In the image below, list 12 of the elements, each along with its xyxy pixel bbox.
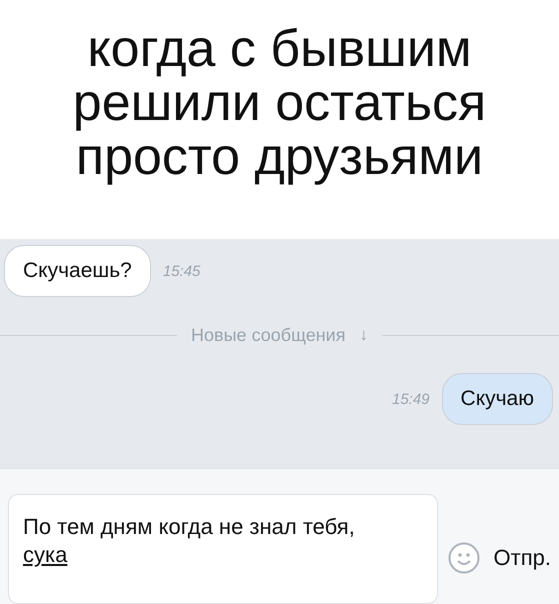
send-button[interactable]: Отпр. xyxy=(494,545,551,571)
caption-line: просто друзьями xyxy=(76,130,484,184)
caption-line: когда с бывшим xyxy=(87,22,472,76)
message-time: 15:45 xyxy=(162,262,200,280)
message-bubble: Скучаю xyxy=(442,373,553,426)
caption-line: решили остаться xyxy=(72,76,486,130)
message-input[interactable]: По тем дням когда не знал тебя, сука xyxy=(8,494,438,604)
new-messages-label: Новые сообщения xyxy=(191,324,346,346)
message-bubble: Скучаешь? xyxy=(4,245,151,298)
message-time: 15:49 xyxy=(392,390,430,408)
down-arrow-icon: ↓ xyxy=(359,325,368,346)
smiley-icon[interactable] xyxy=(448,542,480,574)
